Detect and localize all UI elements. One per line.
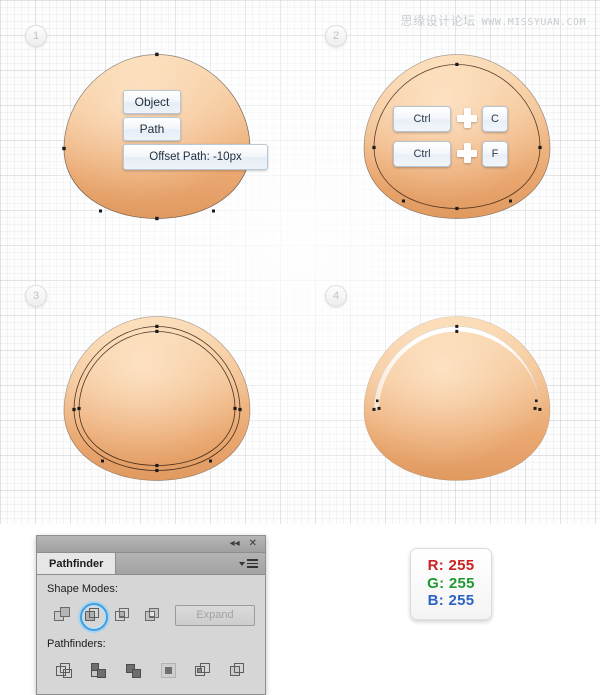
shape-mode-exclude-button[interactable] [137, 602, 167, 628]
pathfinder-trim-button[interactable] [82, 657, 116, 683]
shape-modes-row: Expand [47, 602, 255, 631]
menu-item-offset-path-label: Offset Path: -10px [149, 151, 242, 163]
watermark-url-text: WWW.MISSYUAN.COM [481, 17, 586, 28]
pathfinder-divide-button[interactable] [47, 657, 81, 683]
collapse-double-left-icon[interactable]: ◂◂ [230, 539, 240, 549]
watermark-cn-text: 思缘设计论坛 [400, 14, 476, 28]
dome-shape-step4 [357, 313, 551, 481]
expand-button[interactable]: Expand [175, 604, 255, 626]
pathfinders-label: Pathfinders: [47, 638, 106, 650]
key-f-label: F [491, 148, 499, 160]
tab-pathfinder-label: Pathfinder [49, 557, 104, 570]
dome-shape-step3 [57, 313, 251, 481]
dome-shape-step2 [357, 51, 551, 219]
step-badge-1: 1 [25, 25, 47, 47]
pathfinder-body: Shape Modes: Expand Pathfinders: [37, 575, 265, 694]
close-icon[interactable]: ✕ [249, 539, 257, 549]
key-ctrl-2-label: Ctrl [413, 148, 431, 160]
pathfinder-panel: ◂◂ ✕ Pathfinder Shape Modes: Expand Path… [36, 535, 266, 695]
rgb-red-value: R: 255 [427, 556, 475, 574]
watermark: 思缘设计论坛 WWW.MISSYUAN.COM [401, 12, 586, 29]
menu-item-object-label: Object [134, 95, 170, 109]
plus-icon-2 [457, 143, 477, 163]
key-c[interactable]: C [482, 106, 508, 132]
pathfinder-crop-button[interactable] [151, 657, 185, 683]
expand-button-label: Expand [196, 609, 234, 621]
rgb-green-value: G: 255 [427, 574, 475, 592]
menu-item-object[interactable]: Object [123, 90, 181, 114]
key-ctrl-1-label: Ctrl [413, 113, 431, 125]
step-badge-4: 4 [325, 285, 347, 307]
shape-mode-minus-front-button[interactable] [77, 602, 108, 631]
pathfinder-merge-button[interactable] [117, 657, 151, 683]
pathfinder-titlebar: ◂◂ ✕ [37, 536, 265, 553]
panel-menu-icon[interactable] [247, 559, 258, 568]
step-badge-2: 2 [325, 25, 347, 47]
key-f[interactable]: F [482, 141, 508, 167]
plus-icon-1 [457, 108, 477, 128]
pathfinder-minus-back-button[interactable] [221, 657, 255, 683]
rgb-value-card: R: 255 G: 255 B: 255 [410, 548, 492, 620]
chevron-down-icon[interactable] [239, 561, 245, 566]
shape-modes-label: Shape Modes: [47, 583, 118, 595]
menu-item-path-label: Path [139, 122, 165, 136]
pathfinder-outline-button[interactable] [186, 657, 220, 683]
tab-pathfinder[interactable]: Pathfinder [37, 553, 117, 574]
pathfinder-tabrow: Pathfinder [37, 553, 265, 575]
menu-item-offset-path[interactable]: Offset Path: -10px [123, 144, 268, 170]
pathfinders-row [47, 657, 255, 683]
shape-mode-unite-button[interactable] [47, 602, 77, 628]
key-c-label: C [491, 113, 499, 125]
rgb-blue-value: B: 255 [427, 592, 475, 610]
key-ctrl-2[interactable]: Ctrl [393, 141, 451, 167]
shape-mode-intersect-button[interactable] [107, 602, 137, 628]
key-ctrl-1[interactable]: Ctrl [393, 106, 451, 132]
menu-item-path[interactable]: Path [123, 117, 181, 141]
step-badge-3: 3 [25, 285, 47, 307]
pathfinder-tabfill [116, 553, 265, 574]
